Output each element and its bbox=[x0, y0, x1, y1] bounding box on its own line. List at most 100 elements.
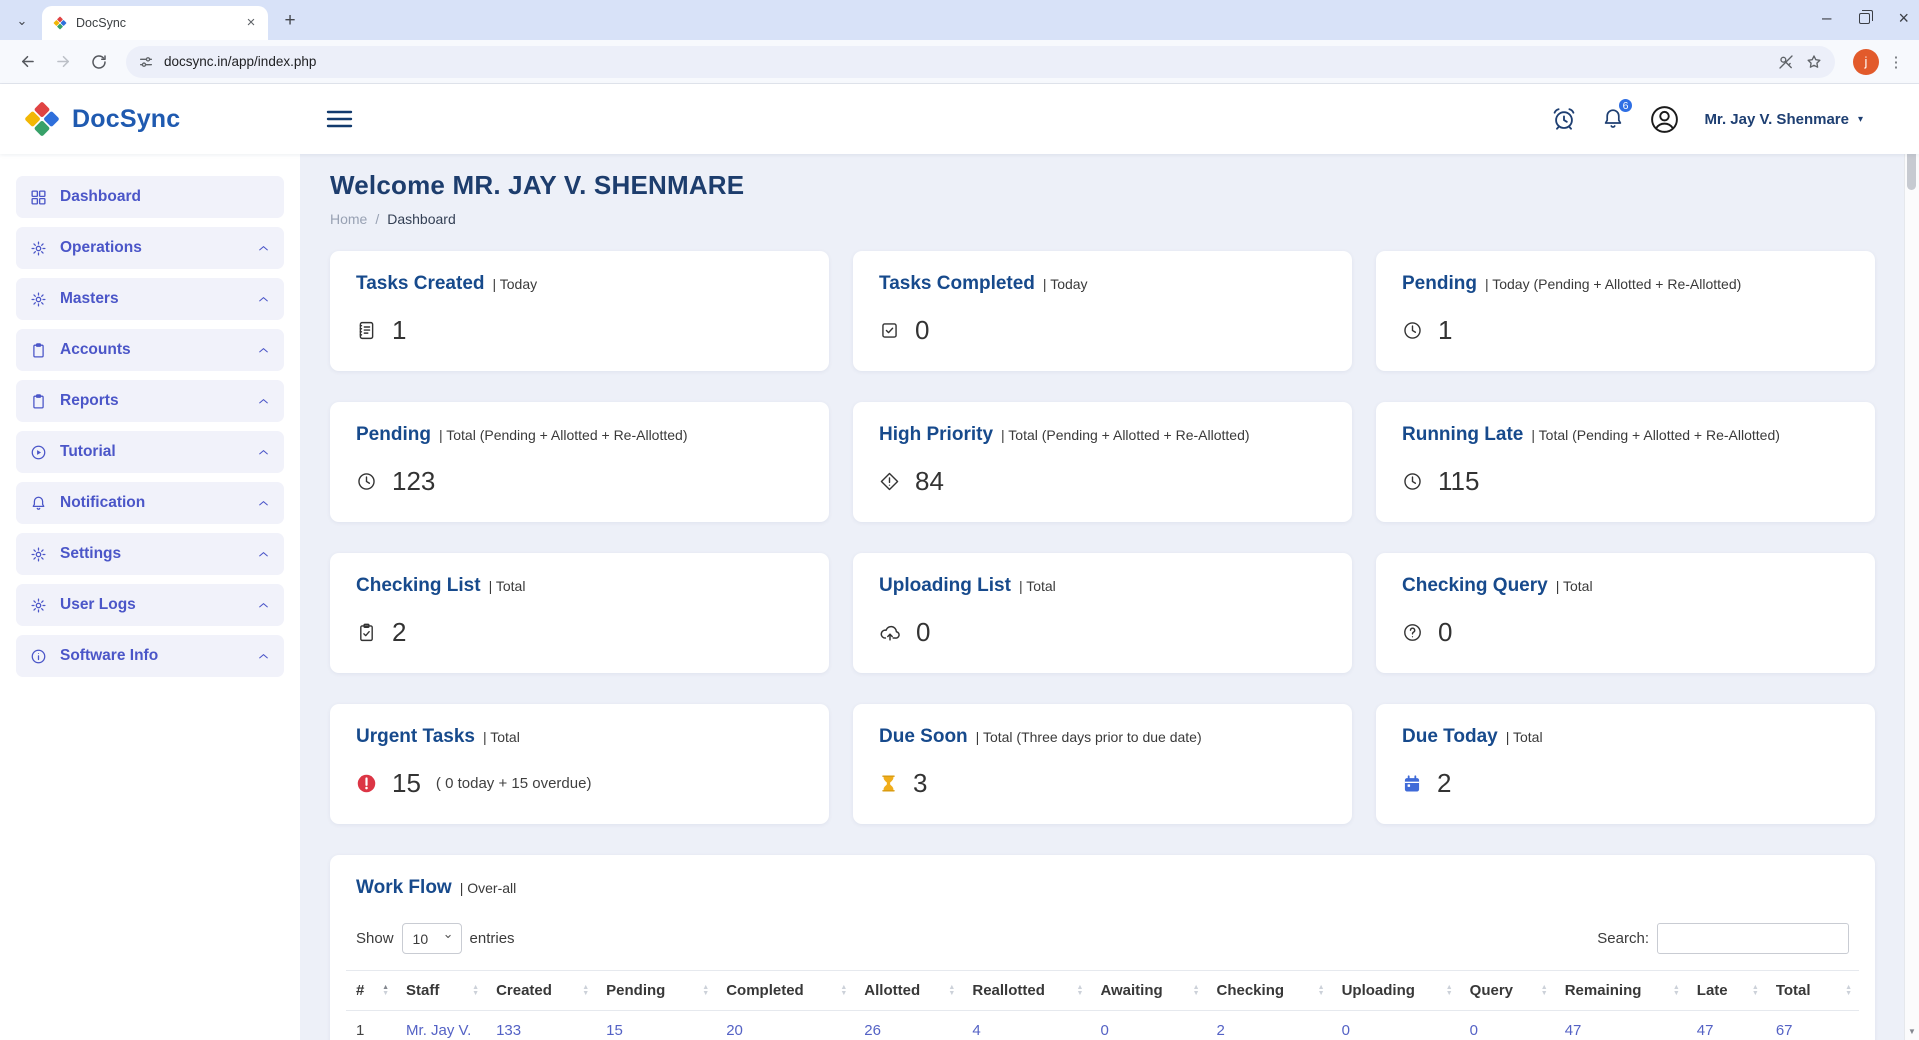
gear-icon bbox=[30, 597, 47, 614]
col-header-index[interactable]: #▲▼ bbox=[346, 971, 396, 1011]
card-checking-list: Checking List| Total 2 bbox=[330, 553, 829, 673]
sidebar: Dashboard Operations Masters Accounts Re… bbox=[0, 154, 300, 1040]
window-close-button[interactable]: × bbox=[1898, 8, 1909, 29]
url-text[interactable]: docsync.in/app/index.php bbox=[164, 54, 1767, 69]
col-header-total[interactable]: Total▲▼ bbox=[1766, 971, 1859, 1011]
col-header-allotted[interactable]: Allotted▲▼ bbox=[854, 971, 962, 1011]
exclamation-circle-icon bbox=[356, 773, 377, 794]
cell-checking[interactable]: 2 bbox=[1207, 1011, 1332, 1040]
card-pending-today: Pending| Today (Pending + Allotted + Re-… bbox=[1376, 251, 1875, 371]
sidebar-item-masters[interactable]: Masters bbox=[16, 278, 284, 320]
workflow-table: #▲▼ Staff▲▼ Created▲▼ Pending▲▼ Complete… bbox=[346, 970, 1859, 1040]
col-header-query[interactable]: Query▲▼ bbox=[1460, 971, 1555, 1011]
app-header: DocSync 6 Mr. Jay V. Shenmare ▾ bbox=[0, 84, 1919, 154]
window-restore-button[interactable] bbox=[1859, 13, 1870, 24]
workflow-title: Work Flow bbox=[356, 877, 452, 899]
sidebar-item-dashboard[interactable]: Dashboard bbox=[16, 176, 284, 218]
question-circle-icon bbox=[1402, 622, 1423, 643]
cell-completed[interactable]: 20 bbox=[716, 1011, 854, 1040]
tab-search-icon[interactable]: ⌄ bbox=[8, 7, 36, 35]
scrollbar-down-icon[interactable]: ▼ bbox=[1905, 1027, 1919, 1036]
urgent-breakdown: ( 0 today + 15 overdue) bbox=[436, 775, 592, 792]
tab-close-icon[interactable]: × bbox=[242, 14, 260, 32]
dashboard-grid-icon bbox=[30, 189, 47, 206]
user-avatar-icon[interactable] bbox=[1649, 104, 1680, 135]
diamond-exclamation-icon bbox=[879, 471, 900, 492]
bookmark-star-icon[interactable] bbox=[1805, 53, 1823, 71]
cell-reallotted[interactable]: 4 bbox=[962, 1011, 1090, 1040]
reload-button[interactable] bbox=[84, 47, 114, 77]
cell-query[interactable]: 0 bbox=[1460, 1011, 1555, 1040]
brand[interactable]: DocSync bbox=[0, 99, 300, 139]
col-header-staff[interactable]: Staff▲▼ bbox=[396, 971, 486, 1011]
col-header-reallotted[interactable]: Reallotted▲▼ bbox=[962, 971, 1090, 1011]
brand-name: DocSync bbox=[72, 105, 180, 134]
sidebar-item-software-info[interactable]: Software Info bbox=[16, 635, 284, 677]
sidebar-item-accounts[interactable]: Accounts bbox=[16, 329, 284, 371]
sidebar-item-settings[interactable]: Settings bbox=[16, 533, 284, 575]
cell-awaiting[interactable]: 0 bbox=[1090, 1011, 1206, 1040]
gear-icon bbox=[30, 240, 47, 257]
password-key-icon[interactable] bbox=[1777, 53, 1795, 71]
card-high-priority: High Priority| Total (Pending + Allotted… bbox=[853, 402, 1352, 522]
card-checking-query: Checking Query| Total 0 bbox=[1376, 553, 1875, 673]
table-header-row: #▲▼ Staff▲▼ Created▲▼ Pending▲▼ Complete… bbox=[346, 971, 1859, 1011]
user-menu[interactable]: Mr. Jay V. Shenmare ▾ bbox=[1704, 111, 1863, 128]
cell-created[interactable]: 133 bbox=[486, 1011, 596, 1040]
sidebar-item-notification[interactable]: Notification bbox=[16, 482, 284, 524]
browser-toolbar: docsync.in/app/index.php j ⋮ bbox=[0, 40, 1919, 84]
staff-link[interactable]: Mr. Jay V. Shenmare bbox=[396, 1011, 486, 1040]
cell-uploading[interactable]: 0 bbox=[1332, 1011, 1460, 1040]
card-running-late: Running Late| Total (Pending + Allotted … bbox=[1376, 402, 1875, 522]
page-scrollbar[interactable]: ▲ ▼ bbox=[1904, 85, 1919, 1040]
sidebar-toggle-icon[interactable] bbox=[326, 108, 353, 130]
clock-icon bbox=[356, 471, 377, 492]
breadcrumb: Home / Dashboard bbox=[330, 211, 1875, 227]
sidebar-item-operations[interactable]: Operations bbox=[16, 227, 284, 269]
bell-icon bbox=[30, 495, 47, 512]
col-header-pending[interactable]: Pending▲▼ bbox=[596, 971, 716, 1011]
col-header-remaining[interactable]: Remaining▲▼ bbox=[1555, 971, 1687, 1011]
chevron-up-icon bbox=[257, 548, 270, 561]
col-header-awaiting[interactable]: Awaiting▲▼ bbox=[1090, 971, 1206, 1011]
breadcrumb-home[interactable]: Home bbox=[330, 211, 367, 227]
chevron-down-icon: ▾ bbox=[1858, 114, 1863, 125]
notification-bell-icon[interactable]: 6 bbox=[1601, 106, 1625, 132]
col-header-checking[interactable]: Checking▲▼ bbox=[1207, 971, 1332, 1011]
sidebar-item-user-logs[interactable]: User Logs bbox=[16, 584, 284, 626]
card-pending-total: Pending| Total (Pending + Allotted + Re-… bbox=[330, 402, 829, 522]
stat-cards: Tasks Created| Today 1 Tasks Completed| … bbox=[330, 251, 1875, 824]
search-label: Search: bbox=[1597, 930, 1649, 947]
alarm-clock-icon[interactable] bbox=[1551, 106, 1577, 132]
entries-label: entries bbox=[470, 930, 515, 947]
cell-remaining[interactable]: 47 bbox=[1555, 1011, 1687, 1040]
sidebar-item-tutorial[interactable]: Tutorial bbox=[16, 431, 284, 473]
cell-total[interactable]: 67 bbox=[1766, 1011, 1859, 1040]
sidebar-item-reports[interactable]: Reports bbox=[16, 380, 284, 422]
gear-icon bbox=[30, 546, 47, 563]
cell-late[interactable]: 47 bbox=[1687, 1011, 1766, 1040]
cell-allotted[interactable]: 26 bbox=[854, 1011, 962, 1040]
profile-avatar[interactable]: j bbox=[1853, 49, 1879, 75]
url-bar[interactable]: docsync.in/app/index.php bbox=[126, 46, 1835, 78]
clock-icon bbox=[1402, 320, 1423, 341]
tune-icon[interactable] bbox=[138, 54, 154, 70]
cell-pending[interactable]: 15 bbox=[596, 1011, 716, 1040]
chevron-up-icon bbox=[257, 293, 270, 306]
col-header-late[interactable]: Late▲▼ bbox=[1687, 971, 1766, 1011]
back-button[interactable] bbox=[12, 47, 42, 77]
calendar-icon bbox=[1402, 774, 1422, 794]
forward-button[interactable] bbox=[48, 47, 78, 77]
col-header-completed[interactable]: Completed▲▼ bbox=[716, 971, 854, 1011]
new-tab-button[interactable]: + bbox=[276, 7, 304, 35]
table-row: 1 Mr. Jay V. Shenmare 133 15 20 26 4 0 2… bbox=[346, 1011, 1859, 1040]
browser-menu-icon[interactable]: ⋮ bbox=[1885, 53, 1907, 71]
browser-tab[interactable]: DocSync × bbox=[42, 6, 268, 40]
card-due-soon: Due Soon| Total (Three days prior to due… bbox=[853, 704, 1352, 824]
page-title: Welcome MR. JAY V. SHENMARE bbox=[330, 170, 1875, 201]
search-input[interactable] bbox=[1657, 923, 1849, 954]
window-minimize-button[interactable]: – bbox=[1822, 8, 1831, 28]
page-size-select[interactable]: 10 bbox=[402, 923, 462, 954]
col-header-created[interactable]: Created▲▼ bbox=[486, 971, 596, 1011]
col-header-uploading[interactable]: Uploading▲▼ bbox=[1332, 971, 1460, 1011]
